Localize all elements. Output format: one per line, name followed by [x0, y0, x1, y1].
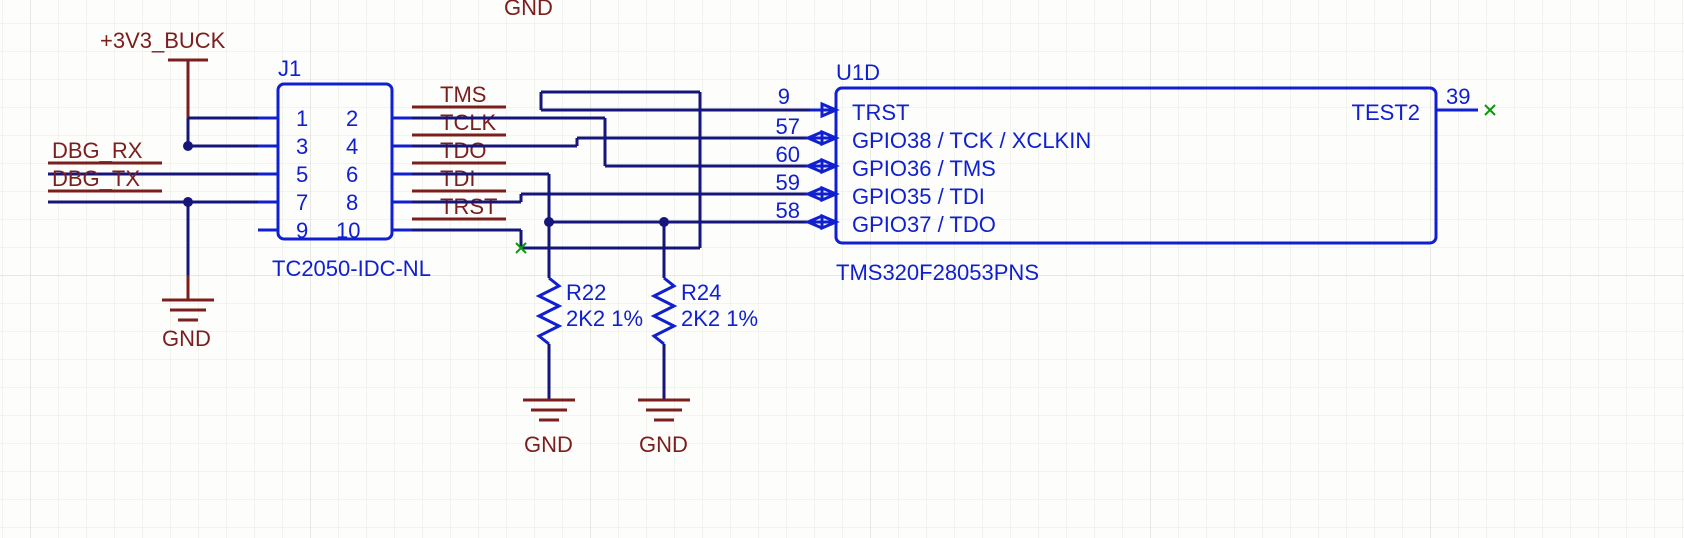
net-trst: TRST [440, 194, 497, 219]
u1d-pin9-num: 9 [778, 84, 790, 109]
u1d-pin9-name: TRST [852, 100, 909, 125]
j1-pin1: 1 [296, 106, 308, 131]
j1-pin9: 9 [296, 218, 308, 243]
gnd-top-label: GND [504, 0, 553, 20]
j1-pin8: 8 [346, 190, 358, 215]
no-erc-marker-test2 [1485, 105, 1495, 115]
dbg-tx-label: DBG_TX [52, 166, 140, 191]
r22-value: 2K2 1% [566, 306, 643, 331]
gnd-symbol-r22: GND [523, 400, 575, 457]
u1d-test2-name: TEST2 [1352, 100, 1420, 125]
j1-pin2: 2 [346, 106, 358, 131]
u1d-pin57-name: GPIO38 / TCK / XCLKIN [852, 128, 1091, 153]
j1-pin7: 7 [296, 190, 308, 215]
connector-j1: J1 1 3 5 7 9 2 4 6 8 10 TC2050-IDC-NL [258, 56, 431, 281]
u1d-pin57-num: 57 [776, 114, 800, 139]
r24: R24 2K2 1% GND [638, 217, 758, 457]
u1d-pin60-name: GPIO36 / TMS [852, 156, 996, 181]
u1d-test2-num: 39 [1446, 84, 1470, 109]
schematic-canvas: GND +3V3_BUCK J1 1 3 5 7 9 2 4 6 8 10 TC… [0, 0, 1684, 538]
power-net-label: +3V3_BUCK [100, 28, 226, 53]
u1d-right-pin: TEST2 39 [1352, 84, 1495, 125]
r22-ref: R22 [566, 280, 606, 305]
u1d-left-pins: 9 TRST 57 GPIO38 / TCK / XCLKIN 60 GPIO3… [776, 84, 1092, 237]
j1-pin10: 10 [336, 218, 360, 243]
gnd-j1-label: GND [162, 326, 211, 351]
r22: R22 2K2 1% GND [523, 217, 643, 457]
j1-part: TC2050-IDC-NL [272, 256, 431, 281]
gnd-symbol-j1: GND [162, 275, 214, 351]
dbg-rx-label: DBG_RX [52, 138, 143, 163]
u1d-ref: U1D [836, 60, 880, 85]
power-net-3v3: +3V3_BUCK [100, 28, 226, 118]
r24-ref: R24 [681, 280, 721, 305]
gnd-r24-label: GND [639, 432, 688, 457]
u1d-pin59-num: 59 [776, 170, 800, 195]
dbg-rx-net: DBG_RX [48, 138, 162, 163]
net-tdi: TDI [440, 166, 475, 191]
gnd-r22-label: GND [524, 432, 573, 457]
j1-pin5: 5 [296, 162, 308, 187]
r24-value: 2K2 1% [681, 306, 758, 331]
u1d-pin58-num: 58 [776, 198, 800, 223]
j1-ref: J1 [278, 56, 301, 81]
net-tms: TMS [440, 82, 486, 107]
j1-pin6: 6 [346, 162, 358, 187]
j1-right-nets: TMS TCLK TDO TDI TRST [412, 82, 506, 219]
j1-pin3: 3 [296, 134, 308, 159]
u1d-pin58-name: GPIO37 / TDO [852, 212, 996, 237]
gnd-symbol-r24: GND [638, 400, 690, 457]
u1d-pin59-name: GPIO35 / TDI [852, 184, 985, 209]
net-tclk: TCLK [440, 110, 497, 135]
j1-pin4: 4 [346, 134, 358, 159]
u1d-pin60-num: 60 [776, 142, 800, 167]
u1d-part: TMS320F28053PNS [836, 260, 1039, 285]
dbg-tx-net: DBG_TX [48, 166, 162, 191]
net-tdo: TDO [440, 138, 486, 163]
ic-u1d: U1D TMS320F28053PNS 9 TRST 57 GPIO38 / T… [776, 60, 1495, 285]
